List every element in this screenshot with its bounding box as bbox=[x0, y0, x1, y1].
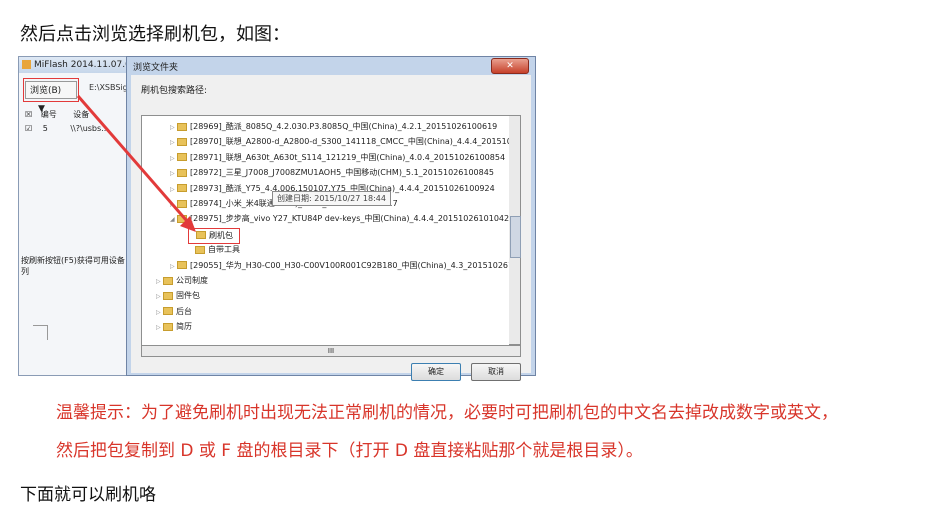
screenshot-figure: MiFlash 2014.11.07.0 浏览(B) ▼ E:\XSBSign … bbox=[18, 56, 536, 381]
outro-text: 下面就可以刷机咯 bbox=[20, 485, 156, 505]
tip-line-1: 温馨提示：为了避免刷机时出现无法正常刷机的情况，必要时可把刷机包的中文名去掉改成… bbox=[56, 403, 838, 423]
tip-line-2: 然后把包复制到 D 或 F 盘的根目录下（打开 D 盘直接粘贴那个就是根目录）。 bbox=[56, 441, 643, 461]
intro-text: 然后点击浏览选择刷机包，如图： bbox=[20, 24, 290, 45]
red-arrow-icon bbox=[76, 95, 196, 232]
